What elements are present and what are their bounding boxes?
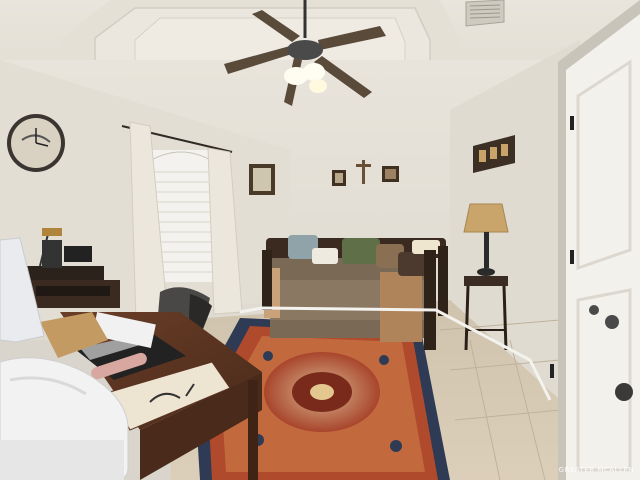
- watermark: GREATER MCALLEN: [558, 466, 634, 474]
- photo-scene: GREATER MCALLEN: [0, 0, 640, 480]
- small-frame-left: [332, 170, 346, 186]
- framed-picture: [249, 164, 275, 195]
- small-frame-right: [382, 166, 399, 182]
- wall-clock: [7, 114, 65, 172]
- room-illustration: [0, 0, 640, 480]
- air-vent: [465, 0, 505, 27]
- door: [550, 0, 640, 480]
- daybed: [262, 235, 448, 350]
- door-knob: [605, 315, 619, 329]
